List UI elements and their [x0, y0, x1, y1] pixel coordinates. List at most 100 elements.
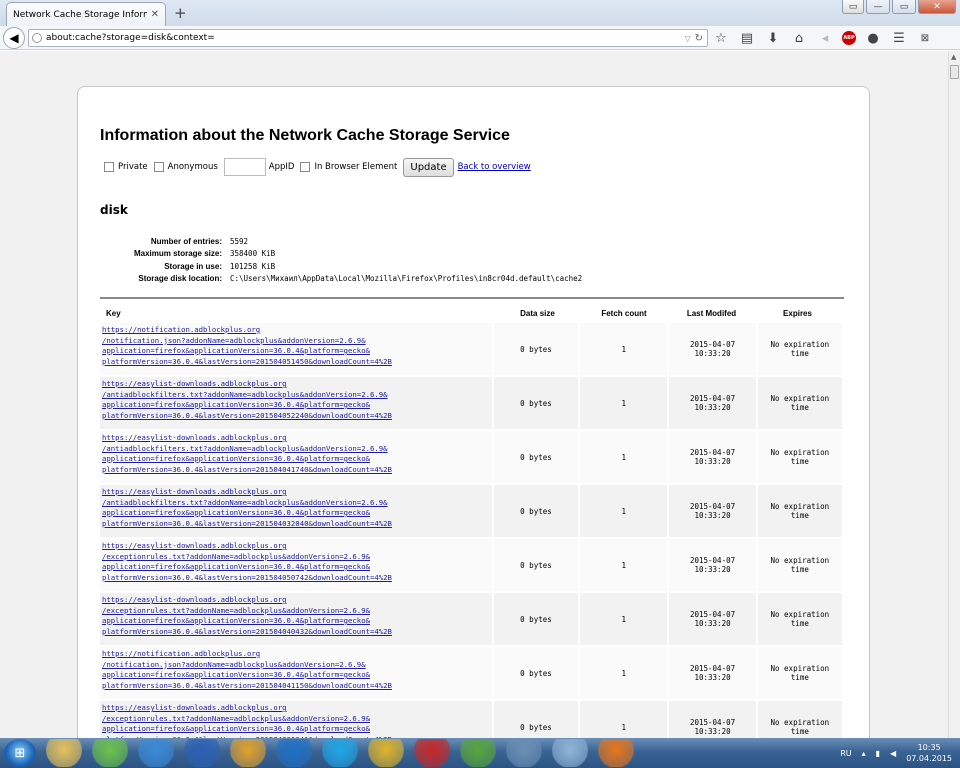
data-size-cell: 0 bytes: [493, 539, 579, 591]
home-icon[interactable]: ⌂: [790, 29, 808, 47]
info-label: Maximum storage size:: [133, 249, 222, 259]
back-button[interactable]: ◀: [3, 27, 25, 49]
private-checkbox[interactable]: [104, 162, 114, 172]
last-modified-cell: 2015-04-07 10:33:20: [669, 539, 756, 591]
last-modified-cell: 2015-04-07 10:33:20: [669, 647, 756, 699]
adblock-icon[interactable]: ABP: [842, 31, 856, 45]
cache-key-link[interactable]: https://notification.adblockplus.org /no…: [100, 647, 492, 699]
back-to-overview-link[interactable]: Back to overview: [458, 162, 531, 172]
close-panel-icon[interactable]: ⊠: [916, 29, 934, 47]
cache-key-link[interactable]: https://easylist-downloads.adblockplus.o…: [100, 593, 492, 645]
cache-key-link[interactable]: https://easylist-downloads.adblockplus.o…: [100, 431, 492, 483]
expires-cell: No expiration time: [757, 647, 843, 699]
cache-key-link[interactable]: https://easylist-downloads.adblockplus.o…: [100, 539, 492, 591]
update-button[interactable]: Update: [403, 157, 454, 177]
last-modified-cell: 2015-04-07 10:33:20: [669, 485, 756, 537]
reload-icon[interactable]: ↻: [695, 33, 703, 44]
window-controls: ▭ — ▭ ✕: [842, 0, 956, 14]
clock-date: 07.04.2015: [906, 754, 952, 763]
explorer-icon[interactable]: [46, 739, 82, 767]
back-arrow-icon: ◀: [9, 31, 19, 45]
header-data-size: Data size: [520, 309, 555, 318]
last-modified-cell: 2015-04-07 10:33:20: [669, 323, 756, 375]
info-value: 358400 KiB: [230, 249, 276, 259]
system-tray: RU ▴ ▮ ◀ 10:35 07.04.2015: [840, 740, 952, 766]
url-bar[interactable]: about:cache?storage=disk&context= ▽ ↻: [28, 29, 708, 47]
download-icon[interactable]: ⬇: [764, 29, 782, 47]
cache-key-link[interactable]: https://easylist-downloads.adblockplus.o…: [100, 485, 492, 537]
close-window-button[interactable]: ✕: [918, 0, 956, 14]
tab-network-cache[interactable]: Network Cache Storage Informa… ✕: [6, 2, 166, 26]
info-value: 101258 KiB: [230, 261, 276, 271]
last-modified-cell: 2015-04-07 10:33:20: [669, 431, 756, 483]
clock[interactable]: 10:35 07.04.2015: [906, 742, 952, 764]
data-size-cell: 0 bytes: [493, 377, 579, 429]
maximize-button[interactable]: ▭: [892, 0, 916, 14]
send-icon[interactable]: ◂: [816, 29, 834, 47]
table-row: https://notification.adblockplus.org /no…: [100, 647, 844, 699]
skype-icon[interactable]: [322, 739, 358, 767]
data-size-cell: 0 bytes: [493, 593, 579, 645]
tray-arrow-icon[interactable]: ▴: [862, 749, 866, 758]
fetch-count-cell: 1: [580, 647, 668, 699]
data-size-cell: 0 bytes: [493, 485, 579, 537]
storage-info: Number of entries: 5592 Maximum storage si…: [108, 235, 582, 285]
last-modified-cell: 2015-04-07 10:33:20: [669, 701, 756, 738]
cache-key-link[interactable]: https://easylist-downloads.adblockplus.o…: [100, 701, 492, 738]
volume-icon[interactable]: ◀: [890, 749, 896, 758]
acrobat-icon[interactable]: [414, 739, 450, 767]
globe-icon: [32, 33, 42, 43]
chrome-icon[interactable]: [368, 739, 404, 767]
data-size-cell: 0 bytes: [493, 701, 579, 738]
scroll-up-icon[interactable]: ▲: [951, 53, 956, 61]
reading-list-icon[interactable]: ▤: [738, 29, 756, 47]
firefox-icon[interactable]: [598, 739, 634, 767]
star-icon[interactable]: ☆: [712, 29, 730, 47]
restore-icon[interactable]: ▭: [842, 0, 864, 14]
clock-time: 10:35: [917, 743, 941, 752]
word-icon[interactable]: [184, 739, 220, 767]
fetch-count-cell: 1: [580, 485, 668, 537]
tab-title: Network Cache Storage Informa…: [13, 9, 147, 20]
scroll-thumb[interactable]: [950, 65, 959, 79]
anonymous-label: Anonymous: [167, 162, 218, 172]
info-value: C:\Users\Михаил\AppData\Local\Mozilla\Fi…: [230, 274, 583, 284]
ie-icon[interactable]: [138, 739, 174, 767]
private-label: Private: [118, 162, 148, 172]
in-browser-element-checkbox[interactable]: [300, 162, 311, 172]
info-value: 5592: [230, 236, 249, 246]
table-row: https://easylist-downloads.adblockplus.o…: [100, 593, 844, 645]
new-tab-button[interactable]: +: [174, 4, 187, 22]
tab-close-icon[interactable]: ✕: [151, 9, 159, 20]
fetch-count-cell: 1: [580, 377, 668, 429]
outlook-icon[interactable]: [276, 739, 312, 767]
table-row: https://easylist-downloads.adblockplus.o…: [100, 431, 844, 483]
fetch-count-cell: 1: [580, 431, 668, 483]
fetch-count-cell: 1: [580, 701, 668, 738]
table-body: https://notification.adblockplus.org /no…: [100, 323, 844, 738]
cache-key-link[interactable]: https://easylist-downloads.adblockplus.o…: [100, 377, 492, 429]
icq-icon[interactable]: [92, 739, 128, 767]
app-icon[interactable]: [230, 739, 266, 767]
fetch-count-cell: 1: [580, 593, 668, 645]
folder-app-icon[interactable]: [552, 739, 588, 767]
cache-key-link[interactable]: https://notification.adblockplus.org /no…: [100, 323, 492, 375]
url-text[interactable]: about:cache?storage=disk&context=: [46, 33, 684, 43]
utorrent-icon[interactable]: [460, 739, 496, 767]
clock-app-icon[interactable]: [506, 739, 542, 767]
info-row: Storage disk location: C:\Users\Михаил\Ap…: [108, 273, 582, 286]
expires-cell: No expiration time: [757, 539, 843, 591]
info-label: Storage in use:: [164, 261, 222, 271]
minimize-button[interactable]: —: [866, 0, 890, 14]
appid-input[interactable]: [223, 158, 266, 176]
vertical-scrollbar[interactable]: ▲: [948, 51, 960, 738]
chat-icon[interactable]: ●: [864, 29, 882, 47]
language-indicator[interactable]: RU: [840, 749, 851, 758]
content-card: Information about the Network Cache Stor…: [77, 86, 870, 738]
menu-icon[interactable]: ☰: [890, 29, 908, 47]
start-button[interactable]: ⊞: [4, 739, 36, 767]
last-modified-cell: 2015-04-07 10:33:20: [669, 377, 756, 429]
dropdown-icon[interactable]: ▽: [684, 34, 690, 43]
anonymous-checkbox[interactable]: [153, 162, 164, 172]
network-icon[interactable]: ▮: [876, 749, 880, 758]
